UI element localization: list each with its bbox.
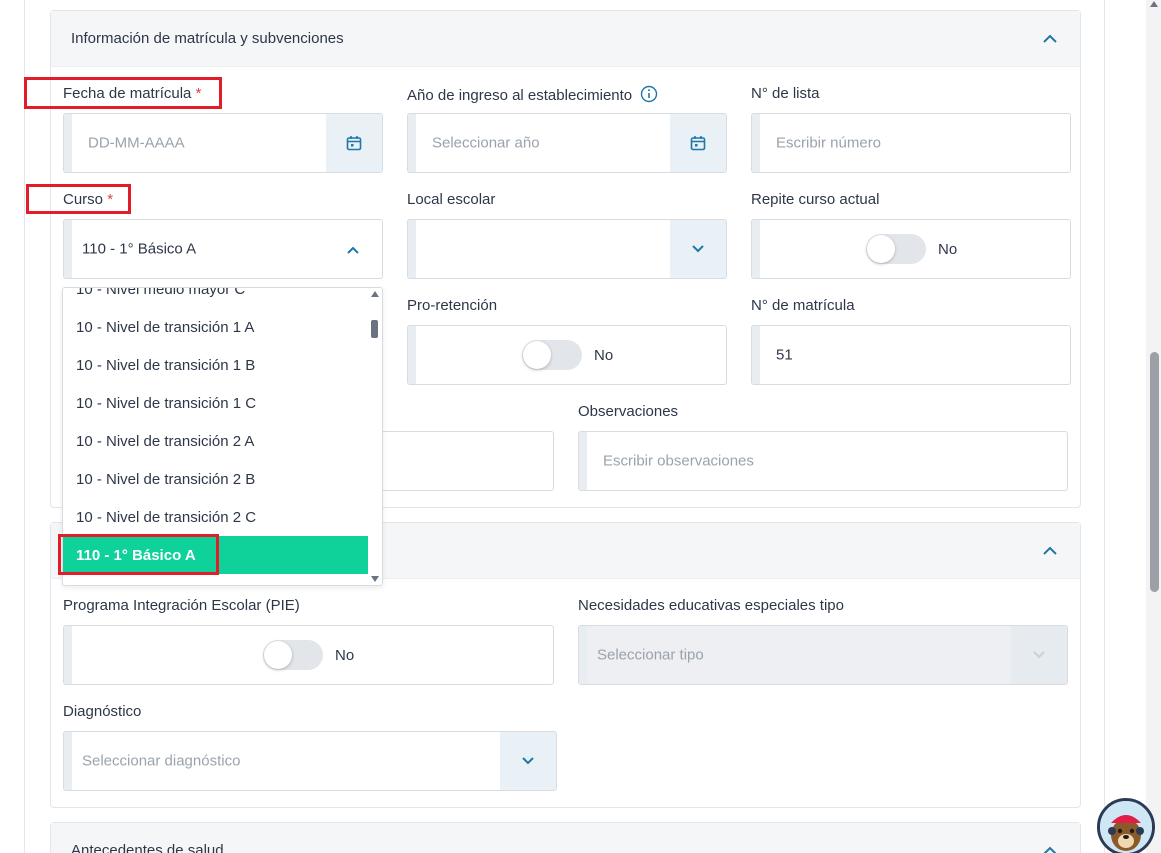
- pie-toggle[interactable]: [263, 640, 323, 670]
- dropdown-option[interactable]: 10 - Nivel medio mayor C: [63, 288, 370, 308]
- scroll-up-arrow-icon[interactable]: [1149, 0, 1159, 8]
- selected-option-highlight: [58, 534, 219, 575]
- dropdown-option[interactable]: 10 - Nivel de transición 2 A: [63, 422, 370, 460]
- page-scroll-thumb[interactable]: [1150, 352, 1159, 592]
- repite-label: Repite curso actual: [751, 191, 880, 208]
- chevron-down-icon[interactable]: [1011, 626, 1067, 684]
- proret-toggle-text: No: [594, 346, 614, 364]
- dropdown-option[interactable]: 10 - Nivel de transición 2 B: [63, 460, 370, 498]
- chevron-up-icon[interactable]: [1040, 29, 1060, 49]
- local-select[interactable]: [407, 219, 727, 279]
- proret-label: Pro-retención: [407, 297, 498, 314]
- nee-label: Necesidades educativas especiales tipo: [578, 597, 844, 614]
- anio-placeholder: Seleccionar año: [432, 134, 540, 152]
- dropdown-option[interactable]: 10 - Nivel de transición 1 C: [63, 384, 370, 422]
- page-right-border: [1104, 0, 1105, 853]
- chevron-down-icon[interactable]: [500, 732, 556, 790]
- matricula-num-value: 51: [776, 346, 793, 364]
- diag-select[interactable]: Seleccionar diagnóstico: [63, 731, 557, 791]
- matricula-num-input[interactable]: 51: [751, 325, 1071, 385]
- curso-value: 110 - 1° Básico A: [82, 240, 197, 258]
- dropdown-option[interactable]: 10 - Nivel de transición 2 C: [63, 498, 370, 536]
- proret-toggle-wrap: No: [522, 340, 613, 370]
- anio-input[interactable]: Seleccionar año: [407, 113, 727, 173]
- nee-select[interactable]: Seleccionar tipo: [578, 625, 1068, 685]
- repite-toggle-text: No: [938, 240, 958, 258]
- obs-placeholder: Escribir observaciones: [603, 452, 754, 470]
- chevron-up-icon[interactable]: [1040, 841, 1060, 853]
- repite-toggle-wrap: No: [866, 234, 957, 264]
- matricula-section-header[interactable]: Información de matrícula y subvenciones: [51, 11, 1080, 67]
- section-title: Antecedentes de salud: [71, 842, 224, 853]
- obs-label: Observaciones: [578, 403, 679, 420]
- obs-input[interactable]: Escribir observaciones: [578, 431, 1068, 491]
- pie-label: Programa Integración Escolar (PIE): [63, 597, 300, 614]
- local-label: Local escolar: [407, 191, 496, 208]
- chevron-down-icon[interactable]: [670, 220, 726, 278]
- curso-select[interactable]: 110 - 1° Básico A: [63, 219, 383, 279]
- fecha-input[interactable]: DD-MM-AAAA: [63, 113, 383, 173]
- lista-placeholder: Escribir número: [776, 134, 882, 152]
- pie-toggle-text: No: [335, 646, 355, 664]
- repite-toggle[interactable]: [866, 234, 926, 264]
- fecha-label: Fecha de matrícula *: [63, 85, 202, 102]
- dropdown-scrollbar[interactable]: [368, 288, 382, 585]
- fecha-placeholder: DD-MM-AAAA: [88, 134, 185, 152]
- proret-toggle[interactable]: [522, 340, 582, 370]
- nee-placeholder: Seleccionar tipo: [597, 646, 704, 664]
- scroll-up-arrow-icon[interactable]: [370, 290, 380, 298]
- pie-toggle-wrap: No: [263, 640, 354, 670]
- matricula-num-label: N° de matrícula: [751, 297, 855, 314]
- calendar-icon[interactable]: [326, 114, 382, 172]
- lista-label: N° de lista: [751, 85, 820, 102]
- calendar-icon[interactable]: [670, 114, 726, 172]
- dropdown-scroll-thumb[interactable]: [371, 320, 378, 338]
- diag-placeholder: Seleccionar diagnóstico: [82, 752, 241, 770]
- assistant-avatar[interactable]: [1097, 798, 1155, 853]
- info-icon[interactable]: [640, 85, 658, 103]
- salud-section: Antecedentes de salud: [50, 822, 1081, 853]
- dropdown-option[interactable]: 10 - Nivel de transición 1 A: [63, 308, 370, 346]
- anio-label: Año de ingreso al establecimiento: [407, 85, 658, 104]
- chevron-up-icon[interactable]: [346, 242, 360, 260]
- lista-input[interactable]: Escribir número: [751, 113, 1071, 173]
- dropdown-option[interactable]: 10 - Nivel de transición 1 B: [63, 346, 370, 384]
- section-title: Información de matrícula y subvenciones: [71, 30, 344, 47]
- page-left-border: [24, 0, 25, 853]
- scroll-down-arrow-icon[interactable]: [370, 575, 380, 583]
- chevron-up-icon[interactable]: [1040, 541, 1060, 561]
- page-scrollbar[interactable]: [1146, 0, 1161, 853]
- diag-label: Diagnóstico: [63, 703, 142, 720]
- curso-label: Curso *: [63, 191, 114, 208]
- salud-section-header[interactable]: Antecedentes de salud: [51, 823, 1080, 853]
